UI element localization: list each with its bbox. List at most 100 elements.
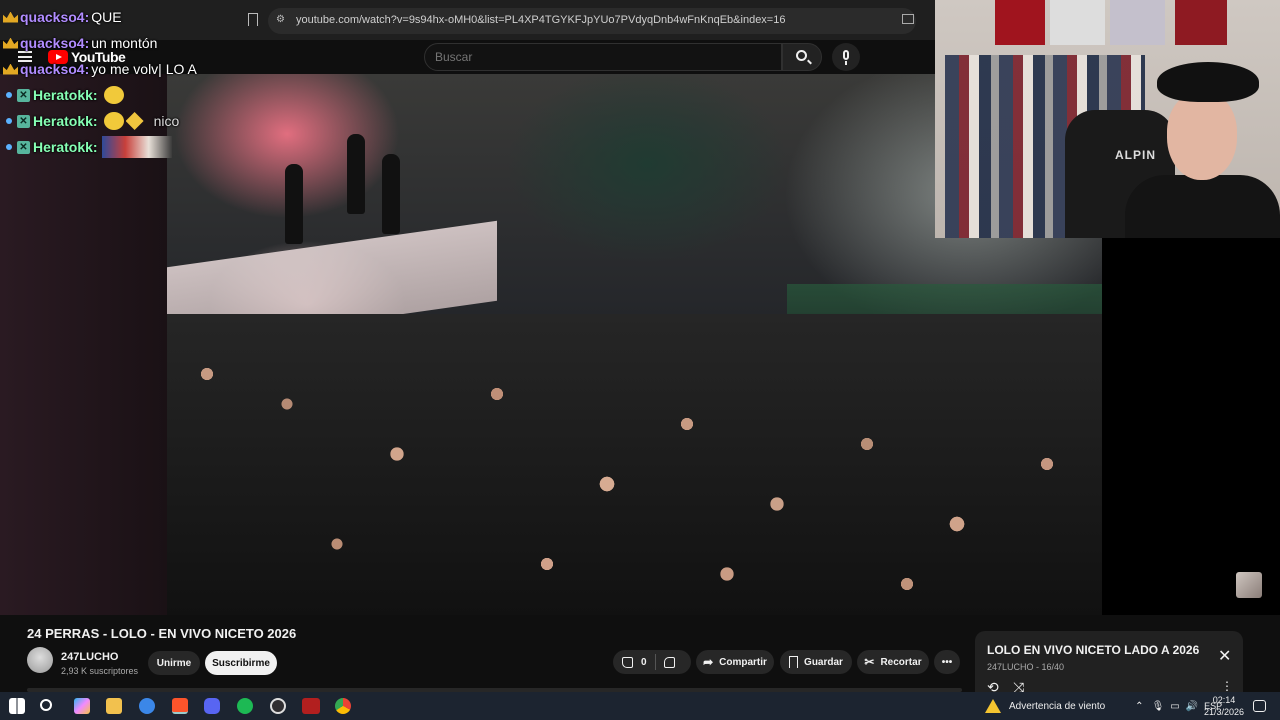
copilot-icon[interactable]	[74, 698, 90, 714]
chrome-icon[interactable]	[335, 698, 351, 714]
clip-button[interactable]: ✂ Recortar	[857, 650, 929, 674]
chat-username: quacksо4	[20, 9, 85, 25]
search-box	[424, 43, 782, 71]
microphone-icon[interactable]: 🎙	[1152, 701, 1165, 712]
yellow-emote-icon	[103, 86, 124, 104]
streamer-face	[1167, 92, 1237, 180]
search-button[interactable]	[782, 43, 822, 71]
wall-poster	[995, 0, 1045, 45]
x-badge-icon: ✕	[17, 114, 30, 128]
mini-thumbnail[interactable]	[1236, 572, 1262, 598]
chat-text: QUE	[91, 9, 122, 25]
chat-text: nico	[153, 113, 180, 129]
chat-username: quacksо4	[20, 61, 85, 77]
playlist-panel: LOLO EN VIVO NICETO LADO A 2026 247LUCHO…	[975, 631, 1243, 701]
brave-browser-icon[interactable]	[172, 698, 188, 714]
crown-badge-icon	[3, 37, 18, 49]
share-button[interactable]: ➦ Compartir	[696, 650, 774, 674]
system-tray: Advertencia de viento ⌃ 🎙 ▭ 🔊 ESP	[985, 692, 1222, 720]
chat-message: ✕ Heratokk:	[0, 82, 260, 108]
weather-alert-text[interactable]: Advertencia de viento	[1009, 701, 1105, 712]
voice-search-button[interactable]	[832, 43, 860, 71]
discord-icon[interactable]	[204, 698, 220, 714]
subscriber-count: 2,93 K suscriptores	[61, 666, 139, 676]
x-badge-icon: ✕	[17, 88, 30, 102]
status-dot-icon	[6, 92, 12, 98]
crown-badge-icon	[3, 11, 18, 23]
subscribe-button[interactable]: Suscribirme	[205, 651, 277, 675]
thumbs-up-icon[interactable]	[622, 656, 633, 668]
taskbar-clock[interactable]: 02:14 21/3/2026	[1200, 694, 1248, 718]
url-field[interactable]: ⚙ youtube.com/watch?v=9s94hx-oMH0&list=P…	[268, 8, 916, 34]
join-button[interactable]: Unirme	[148, 651, 200, 675]
microphone-icon	[843, 50, 849, 65]
status-dot-icon	[6, 118, 12, 124]
performer	[382, 154, 400, 234]
channel-name[interactable]: 247LUCHO	[61, 651, 118, 663]
spotify-icon[interactable]	[237, 698, 253, 714]
crown-badge-icon	[3, 63, 18, 75]
file-explorer-icon[interactable]	[106, 698, 122, 714]
streamer-hair	[1157, 62, 1259, 102]
network-icon[interactable]: ▭	[1170, 701, 1179, 712]
tray-expand-icon[interactable]: ⌃	[1135, 701, 1143, 712]
chrome-alt-icon[interactable]	[139, 698, 155, 714]
streamer-body	[1125, 175, 1280, 238]
chat-message: quacksо4: yo me volv| LO A	[0, 56, 260, 82]
wall-poster	[1110, 0, 1165, 45]
like-count: 0	[641, 656, 647, 668]
chat-message: quacksо4: un montón	[0, 30, 260, 56]
bookmark-icon	[789, 656, 799, 668]
image-emote-icon	[101, 136, 172, 158]
close-icon[interactable]: ✕	[1218, 646, 1231, 666]
performer	[347, 134, 365, 214]
cast-icon[interactable]	[902, 14, 914, 24]
like-dislike-group: 0	[613, 650, 691, 674]
playlist-title[interactable]: LOLO EN VIVO NICETO LADO A 2026	[987, 643, 1199, 657]
search-icon	[796, 50, 807, 61]
face-emote-icon	[103, 112, 124, 130]
volume-icon[interactable]: 🔊	[1186, 701, 1198, 712]
more-vertical-icon[interactable]: ⋮	[1221, 679, 1233, 693]
status-dot-icon	[6, 144, 12, 150]
weather-warning-icon[interactable]	[985, 699, 1001, 713]
url-text: youtube.com/watch?v=9s94hx-oMH0&list=PL4…	[296, 14, 786, 26]
save-button[interactable]: Guardar	[780, 650, 852, 674]
save-label: Guardar	[804, 656, 843, 668]
chat-username: Heratokk	[33, 87, 93, 103]
playlist-subtitle: 247LUCHO - 16/40	[987, 662, 1065, 672]
chat-username: quacksо4	[20, 35, 85, 51]
clock-date: 21/3/2026	[1203, 707, 1245, 717]
stream-chat: quacksо4: QUE quacksо4: un montón quacks…	[0, 4, 260, 160]
streamer-webcam: ALPIN	[935, 0, 1280, 238]
clip-label: Recortar	[880, 656, 922, 668]
clock-time: 02:14	[1212, 695, 1236, 705]
chat-text: un montón	[91, 35, 158, 51]
chat-message: quacksо4: QUE	[0, 4, 260, 30]
video-title: 24 PERRAS - LOLO - EN VIVO NICETO 2026	[27, 626, 297, 641]
chat-username: Heratokk	[33, 139, 93, 155]
windows-start-icon[interactable]	[9, 698, 25, 714]
obs-icon[interactable]	[270, 698, 286, 714]
notification-icon[interactable]	[1253, 700, 1266, 712]
channel-avatar[interactable]	[27, 647, 53, 673]
performer	[285, 164, 303, 244]
divider	[654, 654, 656, 670]
chat-text: yo me volv| LO A	[91, 61, 197, 77]
more-actions-button[interactable]: •••	[934, 650, 960, 674]
windows-taskbar: Advertencia de viento ⌃ 🎙 ▭ 🔊 ESP 02:14 …	[0, 692, 1280, 720]
share-label: Compartir	[719, 656, 767, 668]
concert-crowd	[167, 314, 1102, 615]
site-info-icon[interactable]: ⚙	[276, 14, 285, 25]
search-input[interactable]	[435, 50, 765, 64]
share-icon: ➦	[703, 655, 714, 669]
chat-message: ✕ Heratokk: nico	[0, 108, 260, 134]
chair-brand-label: ALPIN	[1115, 148, 1156, 162]
streaming-app-icon[interactable]	[302, 698, 320, 714]
x-badge-icon: ✕	[17, 140, 30, 154]
sparkle-emote-icon	[125, 112, 144, 130]
thumbs-down-icon[interactable]	[663, 656, 675, 668]
scissors-icon: ✂	[864, 655, 875, 669]
search-icon[interactable]	[40, 699, 52, 711]
chat-username: Heratokk	[33, 113, 93, 129]
